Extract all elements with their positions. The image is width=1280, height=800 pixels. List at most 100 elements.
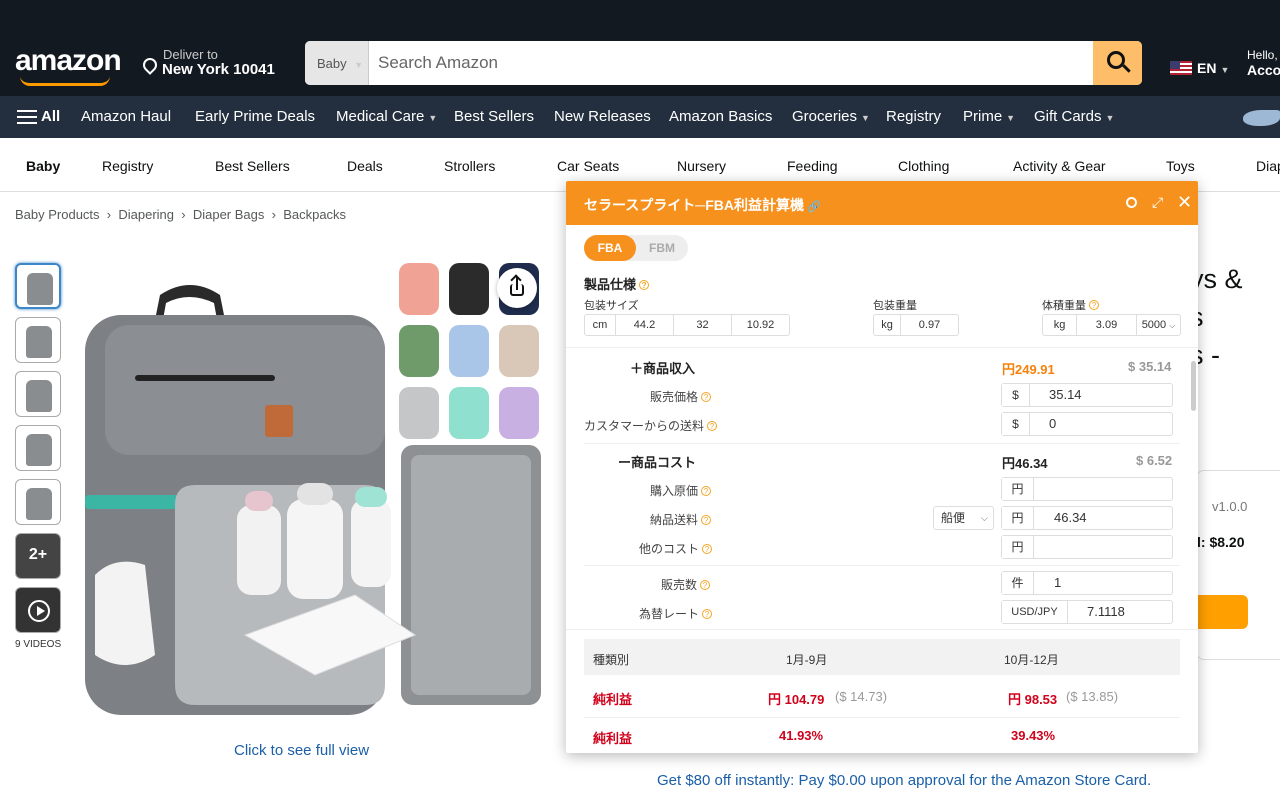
spec-heading-text: 製品仕様 <box>584 277 637 292</box>
hamburger-menu-icon[interactable] <box>17 110 37 124</box>
expand-icon[interactable]: ⤢ <box>1152 195 1166 209</box>
nav-item[interactable]: New Releases <box>554 108 651 125</box>
chevron-right-icon: › <box>177 207 190 222</box>
refresh-icon[interactable] <box>1126 197 1137 208</box>
click-full-view-link[interactable]: Click to see full view <box>234 742 369 759</box>
breadcrumb-link[interactable]: Diapering <box>118 207 174 222</box>
add-to-cart-button[interactable] <box>1196 595 1248 629</box>
height-field[interactable]: 10.92 <box>731 315 789 335</box>
nav-item-medical[interactable]: Medical Care ▼ <box>336 108 437 125</box>
subnav-item[interactable]: Feeding <box>787 158 838 174</box>
help-icon[interactable]: ? <box>707 421 718 431</box>
nav-item[interactable]: Amazon Haul <box>81 108 171 125</box>
subnav-item[interactable]: Toys <box>1166 158 1195 174</box>
help-icon[interactable]: ? <box>701 392 712 402</box>
help-icon[interactable]: ? <box>1089 300 1099 310</box>
account-menu[interactable]: Hello, Acco <box>1247 48 1280 78</box>
nav-all[interactable]: All <box>41 108 60 125</box>
video-thumbnail[interactable] <box>15 587 61 633</box>
subnav-item[interactable]: Diap <box>1256 158 1280 174</box>
currency-prefix: $ <box>1002 384 1030 406</box>
pack-weight-label: 包装重量 <box>873 300 917 312</box>
subnav-item[interactable]: Nursery <box>677 158 726 174</box>
currency-pair-prefix: USD/JPY <box>1002 601 1068 623</box>
inbound-shipping-value: 46.34 <box>1054 510 1087 525</box>
share-button[interactable] <box>497 268 537 308</box>
search-button[interactable] <box>1093 41 1142 85</box>
thumbnail[interactable] <box>15 371 61 417</box>
chevron-down-icon: ▼ <box>1105 113 1115 123</box>
nav-item[interactable]: Best Sellers <box>454 108 534 125</box>
deliver-location: New York 10041 <box>162 61 275 78</box>
subnav-item[interactable]: Strollers <box>444 158 495 174</box>
sale-price-input[interactable]: $35.14 <box>1001 383 1173 407</box>
exchange-rate-input[interactable]: USD/JPY 7.1118 <box>1001 600 1173 624</box>
purchase-cost-input[interactable]: 円 <box>1001 477 1173 501</box>
product-image[interactable] <box>65 255 545 735</box>
subnav-item[interactable]: Best Sellers <box>215 158 290 174</box>
vol-weight-field: 3.09 <box>1076 315 1136 335</box>
col-period-2: 10月-12月 <box>1004 653 1059 667</box>
help-icon[interactable]: ? <box>701 486 712 496</box>
thumbnail[interactable] <box>15 317 61 363</box>
subnav-item[interactable]: Baby <box>26 158 60 174</box>
inbound-shipping-input[interactable]: 円 46.34 <box>1001 506 1173 530</box>
top-header: amazon Deliver to New York 10041 Baby ▼ … <box>0 0 1280 96</box>
subnav-item[interactable]: Activity & Gear <box>1013 158 1106 174</box>
subnav-item[interactable]: Registry <box>102 158 153 174</box>
inbound-shipping-label: 納品送料? <box>650 511 712 528</box>
thumbnail[interactable] <box>15 263 61 309</box>
width-field[interactable]: 32 <box>673 315 731 335</box>
close-icon[interactable]: ✕ <box>1177 193 1192 211</box>
play-icon <box>28 600 50 622</box>
panel-header[interactable]: セラースプライト─FBA利益計算機 🔗 ⤢ ✕ <box>566 181 1198 225</box>
more-images-thumbnail[interactable]: 2+ <box>15 533 61 579</box>
store-card-promo-link[interactable]: Get $80 off instantly: Pay $0.00 upon ap… <box>657 772 1151 789</box>
subnav-item[interactable]: Car Seats <box>557 158 619 174</box>
nav-item-groceries[interactable]: Groceries ▼ <box>792 108 870 125</box>
help-icon[interactable]: ? <box>701 515 712 525</box>
help-icon[interactable]: ? <box>639 280 650 290</box>
help-icon[interactable]: ? <box>702 609 713 619</box>
language-selector[interactable]: EN ▼ <box>1170 60 1229 76</box>
other-cost-input[interactable]: 円 <box>1001 535 1173 559</box>
col-type: 種類別 <box>593 653 630 667</box>
search-category-dropdown[interactable]: Baby ▼ <box>305 41 369 85</box>
nav-item[interactable]: Early Prime Deals <box>195 108 315 125</box>
chevron-down-icon: ▼ <box>1006 113 1016 123</box>
shipping-method-select[interactable]: 船便 ⌵ <box>933 506 994 530</box>
link-icon[interactable]: 🔗 <box>807 201 821 213</box>
help-icon[interactable]: ? <box>702 544 713 554</box>
quantity-label: 販売数? <box>661 576 711 593</box>
subnav-item[interactable]: Deals <box>347 158 383 174</box>
breadcrumb-link[interactable]: Baby Products <box>15 207 100 222</box>
divider <box>566 347 1198 348</box>
nav-item-prime[interactable]: Prime ▼ <box>963 108 1015 125</box>
nav-item[interactable]: Registry <box>886 108 941 125</box>
scrollbar[interactable] <box>1191 361 1196 411</box>
exchange-rate-label: 為替レート? <box>639 605 713 622</box>
subnav-item[interactable]: Clothing <box>898 158 949 174</box>
weight-field[interactable]: 0.97 <box>900 315 958 335</box>
help-icon[interactable]: ? <box>700 580 711 590</box>
team-logo-icon[interactable] <box>1243 110 1280 126</box>
nav-item-gift-cards[interactable]: Gift Cards ▼ <box>1034 108 1114 125</box>
shipping-method-value: 船便 <box>941 511 966 525</box>
nav-item[interactable]: Amazon Basics <box>669 108 772 125</box>
amazon-logo[interactable]: amazon <box>15 44 122 78</box>
income-yen: 円249.91 <box>1002 362 1055 377</box>
breadcrumb-link[interactable]: Backpacks <box>283 207 346 222</box>
net-margin-p2: 39.43% <box>1011 728 1056 743</box>
shipping-fee-input[interactable]: $0 <box>1001 412 1173 436</box>
thumbnail[interactable] <box>15 425 61 471</box>
length-field[interactable]: 44.2 <box>615 315 673 335</box>
tab-fbm[interactable]: FBM <box>636 235 688 261</box>
thumbnail[interactable] <box>15 479 61 525</box>
quantity-input[interactable]: 件1 <box>1001 571 1173 595</box>
breadcrumb-link[interactable]: Diaper Bags <box>193 207 265 222</box>
tab-fba[interactable]: FBA <box>584 235 636 261</box>
net-profit-p1-usd: ($ 14.73) <box>835 689 888 704</box>
vol-divisor-select[interactable]: 5000 ⌵ <box>1136 315 1180 335</box>
net-margin-p1: 41.93% <box>779 728 824 743</box>
search-input[interactable] <box>369 41 1093 85</box>
